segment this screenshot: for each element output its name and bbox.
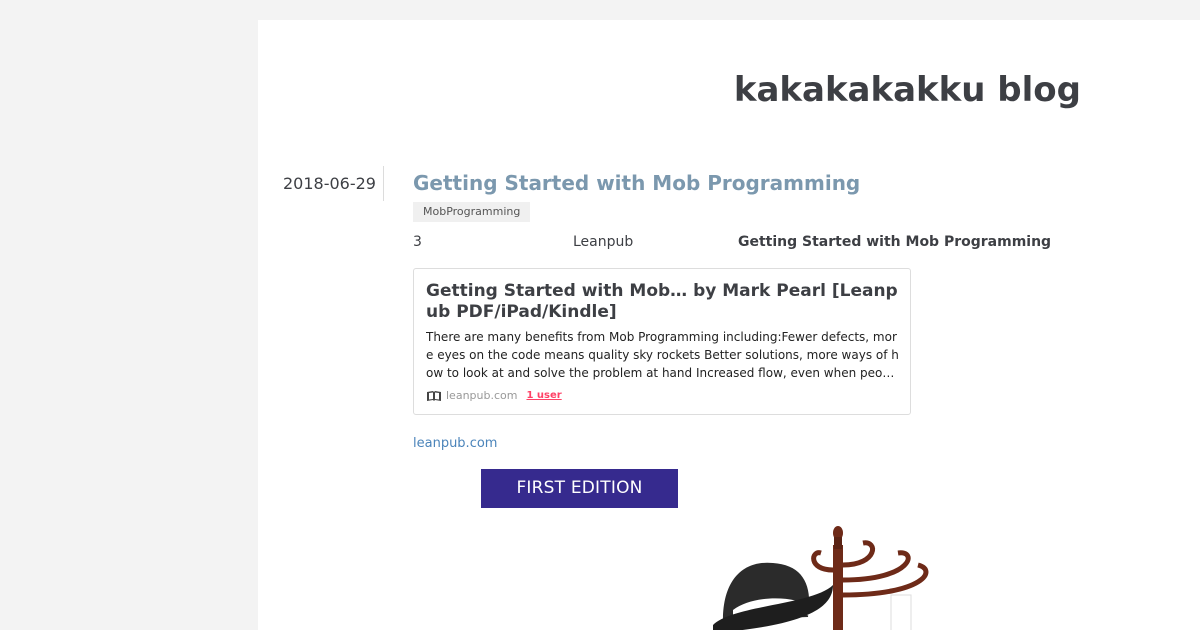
bookmark-users-count[interactable]: 1 user [526,390,561,401]
embed-domain[interactable]: leanpub.com [446,389,517,402]
date-divider [383,166,384,201]
embed-description: There are many benefits from Mob Program… [426,330,899,380]
book-name: Getting Started with Mob Programming [738,234,1052,250]
entry-title-link[interactable]: Getting Started with Mob Programming [413,171,860,195]
page-container: kakakakakku blog 2018-06-29 Getting Star… [258,20,1200,630]
entry-date[interactable]: 2018-06-29 [283,174,376,193]
fedora-hat-icon [713,562,833,630]
book-publisher: Leanpub [573,234,634,250]
book-number: 3 [413,234,422,250]
category-tag[interactable]: MobProgramming [413,202,531,222]
source-link[interactable]: leanpub.com [413,436,497,451]
coat-rack-icon [811,526,929,630]
book-cover-banner[interactable]: FIRST EDITION [481,469,678,508]
book-favicon-icon [426,390,442,402]
embed-card[interactable]: Getting Started with Mob… by Mark Pearl … [413,268,911,415]
blog-title[interactable]: kakakakakku blog [734,70,1081,110]
embed-footer: leanpub.com 1 user [426,389,562,402]
embed-title[interactable]: Getting Started with Mob… by Mark Pearl … [426,281,902,323]
book-cover-illustration[interactable] [713,525,973,630]
